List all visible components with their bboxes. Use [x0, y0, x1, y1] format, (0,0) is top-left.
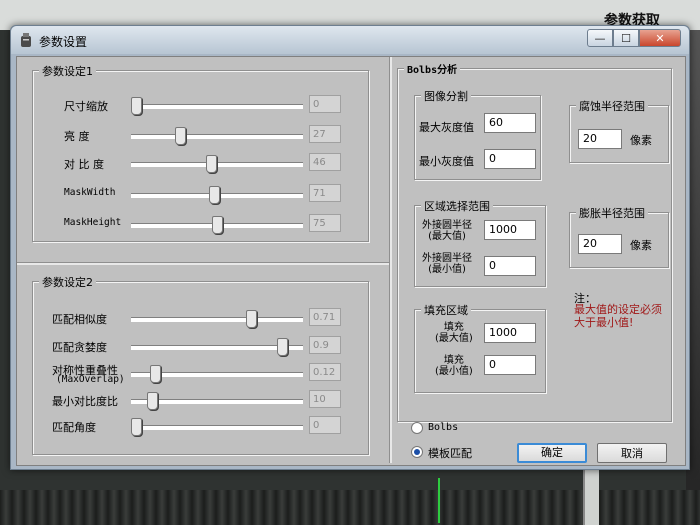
params1-row-2-value: 46 [309, 153, 341, 171]
erode-unit: 像素 [630, 134, 652, 147]
fill-max-label-line1: 填充 [443, 322, 464, 333]
erode-input[interactable]: 20 [578, 129, 622, 149]
dialog-body: 参数设定1 尺寸缩放 0 亮 度 27 对 比 度 46 MaskWidth 71 MaskHe… [16, 56, 686, 466]
region-min-label-line1: 外接圆半径 [422, 253, 472, 264]
background-marker [438, 478, 440, 523]
region-min-input[interactable]: 0 [484, 256, 536, 276]
max-gray-input[interactable]: 60 [484, 113, 536, 133]
params2-row-2-sublabel: (MaxOverlap) [56, 374, 125, 385]
params2-row-0-slider-thumb[interactable] [246, 310, 258, 328]
max-gray-label: 最大灰度值 [419, 121, 474, 134]
fill-legend: 填充区域 [421, 302, 471, 318]
params2-row-1-value: 0.9 [309, 336, 341, 354]
region-legend: 区域选择范围 [421, 198, 493, 214]
params1-row-3-slider-thumb[interactable] [208, 186, 220, 204]
min-gray-input[interactable]: 0 [484, 149, 536, 169]
radio-template-match-label[interactable]: 模板匹配 [428, 445, 472, 461]
params1-row-2-label: 对 比 度 [64, 158, 104, 171]
window-controls: — ☐ ✕ [587, 29, 681, 47]
fill-max-input[interactable]: 1000 [484, 323, 536, 343]
note-line2: 大于最小值! [574, 316, 634, 329]
maximize-button[interactable]: ☐ [613, 29, 639, 47]
fill-max-label: 填充 (最大值) [435, 322, 473, 344]
erode-legend: 腐蚀半径范围 [576, 98, 648, 114]
params2-row-3-slider-thumb[interactable] [147, 392, 159, 410]
fill-min-label-line1: 填充 [443, 355, 464, 366]
dilate-input[interactable]: 20 [578, 234, 622, 254]
region-min-label-line2: (最小值) [428, 264, 466, 275]
params2-row-1-slider-thumb[interactable] [276, 338, 288, 356]
params1-row-0-slider-track[interactable] [131, 104, 303, 109]
radio-bolbs[interactable] [411, 422, 423, 434]
params1-row-3-value: 71 [309, 184, 341, 202]
fill-min-input[interactable]: 0 [484, 355, 536, 375]
params1-row-0-label: 尺寸缩放 [64, 100, 108, 113]
region-min-label: 外接圆半径 (最小值) [422, 253, 472, 275]
params2-row-3-value: 10 [309, 390, 341, 408]
radio-template-match[interactable] [411, 446, 423, 458]
params1-row-4-label: MaskHeight [64, 217, 122, 228]
params1-row-2-slider-track[interactable] [131, 162, 303, 167]
params1-row-1-label: 亮 度 [64, 130, 90, 143]
note-text: 最大值的设定必须 大于最小值! [574, 303, 662, 329]
params2-legend: 参数设定2 [39, 274, 96, 290]
params2-row-4-slider-thumb[interactable] [131, 418, 142, 436]
region-max-input[interactable]: 1000 [484, 220, 536, 240]
note-line1: 最大值的设定必须 [574, 303, 662, 316]
region-max-label-line1: 外接圆半径 [422, 220, 472, 231]
fill-group: 填充区域 [414, 302, 546, 393]
radio-bolbs-label[interactable]: Bolbs [428, 422, 458, 433]
params2-row-0-slider-track[interactable] [131, 317, 303, 322]
app-icon [21, 33, 31, 47]
params1-row-1-value: 27 [309, 125, 341, 143]
background-object [583, 470, 599, 525]
params1-legend: 参数设定1 [39, 63, 96, 79]
params2-row-3-label: 最小对比度比 [52, 395, 118, 408]
dilate-unit: 像素 [630, 239, 652, 252]
min-gray-label: 最小灰度值 [419, 155, 474, 168]
vertical-divider [389, 57, 392, 463]
params1-row-1-slider-track[interactable] [131, 134, 303, 139]
fill-min-label: 填充 (最小值) [435, 355, 473, 377]
params1-row-1-slider-thumb[interactable] [174, 127, 186, 145]
params2-row-0-value: 0.71 [309, 308, 341, 326]
dilate-legend: 膨胀半径范围 [576, 205, 648, 221]
cancel-button[interactable]: 取消 [597, 443, 667, 463]
parameter-settings-dialog: 参数设置 — ☐ ✕ 参数设定1 尺寸缩放 0 亮 度 27 对 比 度 46 MaskWi… [10, 25, 690, 470]
params2-row-4-slider-track[interactable] [131, 425, 303, 430]
params2-row-4-value: 0 [309, 416, 341, 434]
params2-row-2-value: 0.12 [309, 363, 341, 381]
params2-row-1-label: 匹配贪婪度 [52, 341, 107, 354]
params2-row-2-slider-thumb[interactable] [150, 365, 162, 383]
radio-selected-dot [414, 449, 420, 455]
params2-row-4-label: 匹配角度 [52, 421, 96, 434]
dialog-title: 参数设置 [39, 35, 88, 49]
params1-row-4-slider-thumb[interactable] [212, 216, 223, 234]
blobs-legend: Bolbs分析 [404, 61, 461, 76]
horizontal-divider [17, 262, 389, 265]
params1-row-3-label: MaskWidth [64, 187, 116, 198]
params1-row-0-slider-thumb[interactable] [131, 97, 142, 115]
close-button[interactable]: ✕ [639, 29, 681, 47]
ok-button[interactable]: 确定 [517, 443, 587, 463]
params2-row-0-label: 匹配相似度 [52, 313, 107, 326]
minimize-button[interactable]: — [587, 29, 613, 47]
region-max-label-line2: (最大值) [428, 231, 466, 242]
segmentation-legend: 图像分割 [421, 88, 471, 104]
region-max-label: 外接圆半径 (最大值) [422, 220, 472, 242]
params1-row-4-value: 75 [309, 214, 341, 232]
title-bar[interactable]: 参数设置 — ☐ ✕ [11, 26, 689, 54]
fill-max-label-line2: (最大值) [435, 333, 473, 344]
params1-row-0-value: 0 [309, 95, 341, 113]
fill-min-label-line2: (最小值) [435, 366, 473, 377]
params1-row-2-slider-thumb[interactable] [205, 155, 217, 173]
